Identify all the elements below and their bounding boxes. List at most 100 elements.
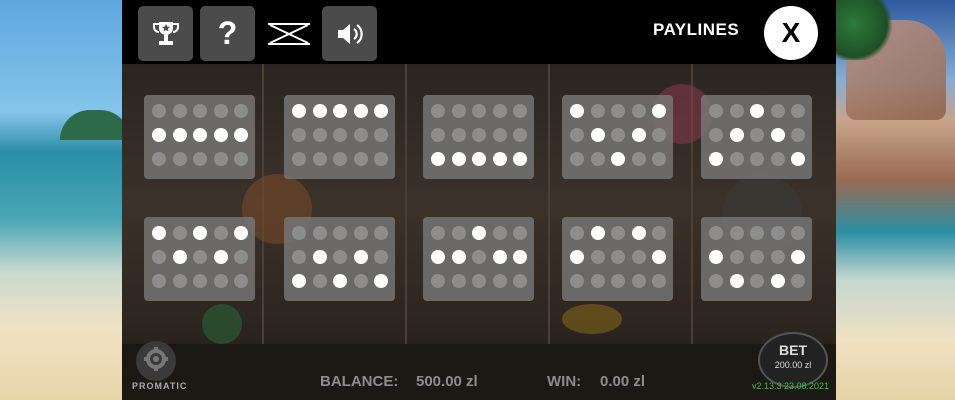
payline-dot-active xyxy=(492,152,507,166)
payline-dot-active xyxy=(631,128,646,142)
payline-dot xyxy=(374,250,388,264)
payline-dot xyxy=(172,104,187,118)
payline-dot xyxy=(451,274,466,288)
payline-dot xyxy=(590,152,605,166)
payline-5 xyxy=(701,95,812,179)
reel-separator xyxy=(405,64,407,344)
payline-dot xyxy=(770,250,785,264)
payline-dot xyxy=(292,226,306,240)
payline-dot-active xyxy=(652,250,666,264)
payline-dot xyxy=(234,152,248,166)
balance-value: 500.00 zl xyxy=(416,373,478,390)
payline-dot xyxy=(791,104,805,118)
payline-dot xyxy=(234,104,248,118)
payline-dot xyxy=(750,152,764,166)
payline-dot-active xyxy=(770,274,785,288)
payline-dot xyxy=(431,104,445,118)
payline-dot xyxy=(472,104,486,118)
payline-dot-active xyxy=(431,250,445,264)
sound-button[interactable] xyxy=(322,6,377,61)
payline-dot xyxy=(353,226,368,240)
payline-dot xyxy=(611,104,625,118)
payline-dot xyxy=(312,226,327,240)
payline-dot-active xyxy=(172,250,187,264)
payline-dot xyxy=(709,274,723,288)
payline-dot xyxy=(431,226,445,240)
payline-dot-active xyxy=(234,226,248,240)
payline-dot xyxy=(353,128,368,142)
payline-dot xyxy=(750,128,764,142)
bet-value: 200.00 zl xyxy=(774,360,812,370)
payline-dot xyxy=(333,152,347,166)
payline-dot xyxy=(172,152,187,166)
payline-dot-active xyxy=(353,250,368,264)
bet-button[interactable]: BET 200.00 zl xyxy=(758,332,828,388)
payline-dot xyxy=(791,128,805,142)
payline-dot xyxy=(513,128,527,142)
payline-1 xyxy=(144,95,255,179)
payline-dot-active xyxy=(292,104,306,118)
payline-dot xyxy=(631,104,646,118)
payline-dot-active xyxy=(791,250,805,264)
payline-dot xyxy=(193,152,207,166)
payline-dot xyxy=(492,274,507,288)
payline-dot xyxy=(374,128,388,142)
payline-dot xyxy=(570,128,584,142)
game-area: ? PAYLINES X PROMATIC BALANCE: 500.00 zl… xyxy=(122,0,836,400)
payline-dot xyxy=(611,128,625,142)
turbo-toggle-button[interactable] xyxy=(261,6,316,61)
payline-dot-active xyxy=(631,226,646,240)
payline-dot-active xyxy=(152,128,166,142)
payline-dot xyxy=(333,128,347,142)
turbo-off-icon xyxy=(266,19,312,49)
payline-dot-active xyxy=(353,104,368,118)
payline-dot xyxy=(152,104,166,118)
payline-dot-active xyxy=(172,128,187,142)
payline-dot xyxy=(631,250,646,264)
payline-dot xyxy=(152,250,166,264)
payline-dot xyxy=(193,274,207,288)
payline-dot xyxy=(472,250,486,264)
bet-label: BET xyxy=(779,342,807,358)
settings-button[interactable] xyxy=(136,341,176,381)
payline-dot xyxy=(172,226,187,240)
payline-dot-active xyxy=(152,226,166,240)
payline-dot-active xyxy=(611,152,625,166)
payline-dot xyxy=(652,226,666,240)
payline-3 xyxy=(423,95,534,179)
payline-dot xyxy=(353,274,368,288)
payline-dot xyxy=(312,128,327,142)
payline-dot xyxy=(611,250,625,264)
payline-dot xyxy=(611,274,625,288)
payline-dot xyxy=(791,274,805,288)
payline-dot-active xyxy=(590,226,605,240)
payline-dot xyxy=(451,226,466,240)
island-shape xyxy=(60,110,130,140)
payline-dot xyxy=(770,104,785,118)
payline-dot-active xyxy=(374,274,388,288)
payline-dot-active xyxy=(472,152,486,166)
payline-dot xyxy=(193,104,207,118)
payline-dot xyxy=(213,152,228,166)
payline-dot xyxy=(472,274,486,288)
payline-dot-active xyxy=(709,250,723,264)
payline-6 xyxy=(144,217,255,301)
payline-dot xyxy=(374,152,388,166)
payline-dot xyxy=(590,274,605,288)
payline-dot xyxy=(431,274,445,288)
payline-dot xyxy=(312,274,327,288)
payline-dot xyxy=(513,226,527,240)
payline-dot xyxy=(750,274,764,288)
trophy-button[interactable] xyxy=(138,6,193,61)
payline-dot-active xyxy=(472,226,486,240)
payline-dot xyxy=(374,226,388,240)
payline-dot-active xyxy=(234,128,248,142)
help-button[interactable]: ? xyxy=(200,6,255,61)
payline-2 xyxy=(284,95,395,179)
close-button[interactable]: X xyxy=(764,6,818,60)
reel-separator xyxy=(548,64,550,344)
gear-icon xyxy=(143,346,169,377)
payline-dot xyxy=(152,274,166,288)
payline-dot xyxy=(770,226,785,240)
payline-dot xyxy=(590,104,605,118)
